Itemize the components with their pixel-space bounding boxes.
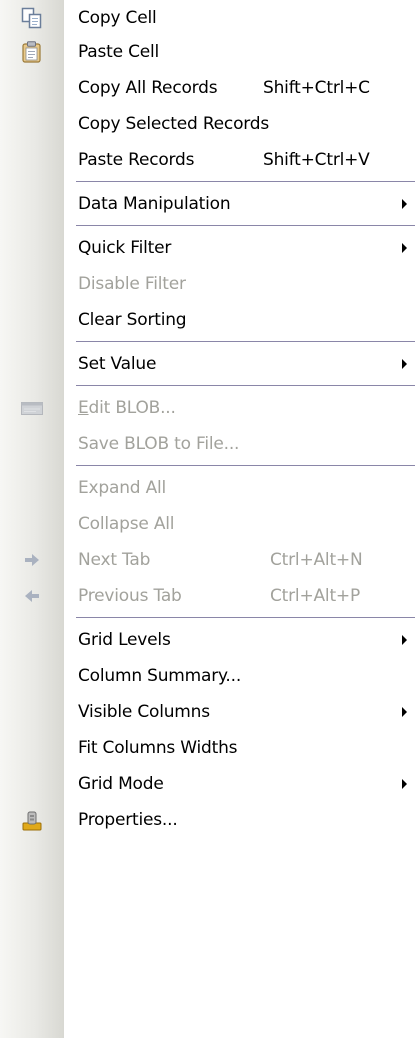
menu-item-label: Expand All bbox=[78, 478, 167, 498]
menu-item-edit-blob: Edit BLOB... bbox=[0, 390, 415, 426]
blob-editor-icon bbox=[21, 397, 43, 419]
menu-item-label: Next Tab bbox=[78, 550, 151, 570]
menu-item-label: Grid Mode bbox=[78, 774, 164, 794]
menu-separator bbox=[0, 178, 415, 186]
menu-item-copy-selected-records[interactable]: Copy Selected Records bbox=[0, 106, 415, 142]
copy-icon bbox=[21, 7, 43, 29]
menu-item-label-rest: dit BLOB... bbox=[88, 398, 176, 418]
submenu-arrow-icon bbox=[402, 359, 407, 369]
menu-item-shortcut: Ctrl+Alt+P bbox=[270, 586, 361, 606]
menu-item-label: Grid Levels bbox=[78, 630, 171, 650]
menu-item-grid-mode[interactable]: Grid Mode bbox=[0, 766, 415, 802]
arrow-right-icon bbox=[21, 549, 43, 571]
menu-item-copy-cell[interactable]: Copy Cell bbox=[0, 0, 415, 34]
menu-item-shortcut: Shift+Ctrl+C bbox=[263, 78, 370, 98]
submenu-arrow-icon bbox=[402, 779, 407, 789]
menu-item-label: Visible Columns bbox=[78, 702, 210, 722]
submenu-arrow-icon bbox=[402, 199, 407, 209]
menu-item-label: Edit BLOB... bbox=[78, 398, 176, 418]
menu-item-label: Previous Tab bbox=[78, 586, 182, 606]
menu-item-properties[interactable]: Properties... bbox=[0, 802, 415, 838]
menu-item-data-manipulation[interactable]: Data Manipulation bbox=[0, 186, 415, 222]
menu-item-label: Collapse All bbox=[78, 514, 175, 534]
submenu-arrow-icon bbox=[402, 707, 407, 717]
menu-item-next-tab: Next Tab Ctrl+Alt+N bbox=[0, 542, 415, 578]
arrow-left-icon bbox=[21, 585, 43, 607]
menu-item-shortcut: Shift+Ctrl+V bbox=[263, 150, 370, 170]
menu-item-copy-all-records[interactable]: Copy All Records Shift+Ctrl+C bbox=[0, 70, 415, 106]
menu-separator bbox=[0, 382, 415, 390]
menu-separator bbox=[0, 462, 415, 470]
menu-item-column-summary[interactable]: Column Summary... bbox=[0, 658, 415, 694]
submenu-arrow-icon bbox=[402, 243, 407, 253]
menu-item-label: Set Value bbox=[78, 354, 157, 374]
grid-context-menu: Copy Cell Paste Cell Copy All Records Sh… bbox=[0, 0, 415, 1038]
menu-item-mnemonic: E bbox=[78, 398, 89, 418]
paste-icon bbox=[21, 41, 43, 63]
menu-item-fit-columns-widths[interactable]: Fit Columns Widths bbox=[0, 730, 415, 766]
menu-separator bbox=[0, 222, 415, 230]
menu-item-visible-columns[interactable]: Visible Columns bbox=[0, 694, 415, 730]
menu-item-clear-sorting[interactable]: Clear Sorting bbox=[0, 302, 415, 338]
menu-item-grid-levels[interactable]: Grid Levels bbox=[0, 622, 415, 658]
menu-item-paste-cell[interactable]: Paste Cell bbox=[0, 34, 415, 70]
menu-item-paste-records[interactable]: Paste Records Shift+Ctrl+V bbox=[0, 142, 415, 178]
properties-icon bbox=[21, 809, 43, 831]
menu-item-label: Properties... bbox=[78, 810, 178, 830]
menu-item-label: Clear Sorting bbox=[78, 310, 187, 330]
menu-item-label: Copy All Records bbox=[78, 78, 218, 98]
menu-item-disable-filter: Disable Filter bbox=[0, 266, 415, 302]
menu-item-save-blob-to-file: Save BLOB to File... bbox=[0, 426, 415, 462]
menu-item-previous-tab: Previous Tab Ctrl+Alt+P bbox=[0, 578, 415, 614]
menu-item-collapse-all: Collapse All bbox=[0, 506, 415, 542]
menu-separator bbox=[0, 614, 415, 622]
menu-item-expand-all: Expand All bbox=[0, 470, 415, 506]
menu-item-label: Copy Cell bbox=[78, 8, 157, 28]
menu-item-shortcut: Ctrl+Alt+N bbox=[270, 550, 363, 570]
menu-item-set-value[interactable]: Set Value bbox=[0, 346, 415, 382]
submenu-arrow-icon bbox=[402, 635, 407, 645]
menu-item-label: Paste Cell bbox=[78, 42, 160, 62]
menu-item-label: Disable Filter bbox=[78, 274, 186, 294]
menu-item-label: Copy Selected Records bbox=[78, 114, 270, 134]
menu-item-label: Quick Filter bbox=[78, 238, 172, 258]
menu-item-label: Paste Records bbox=[78, 150, 195, 170]
menu-item-label: Fit Columns Widths bbox=[78, 738, 238, 758]
menu-item-label: Data Manipulation bbox=[78, 194, 231, 214]
menu-items: Copy Cell Paste Cell Copy All Records Sh… bbox=[0, 0, 415, 838]
menu-separator bbox=[0, 338, 415, 346]
menu-item-label: Column Summary... bbox=[78, 666, 242, 686]
menu-item-quick-filter[interactable]: Quick Filter bbox=[0, 230, 415, 266]
menu-item-label: Save BLOB to File... bbox=[78, 434, 240, 454]
